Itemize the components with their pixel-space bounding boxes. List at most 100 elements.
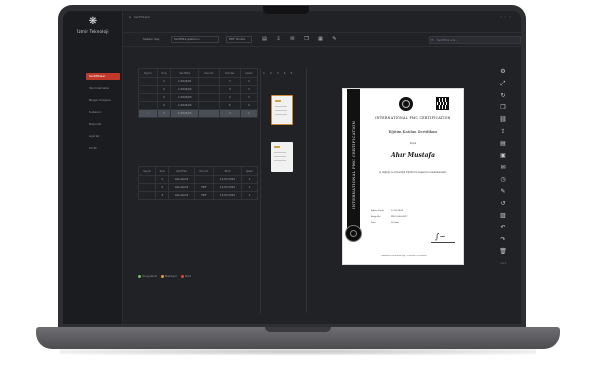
user-icon[interactable]: ◦ bbox=[509, 14, 513, 19]
date-label: Belge No bbox=[371, 216, 381, 218]
page-thumbnail[interactable] bbox=[271, 142, 293, 172]
table-cell: 2 bbox=[239, 77, 259, 86]
right-toolbar: ⚙ ⤢ ↻ ❐ ⛓ ⇪ ▤ ▣ ✉ ◷ ✎ ↺ ▨ ↶ ↷ 🗑 ⋯ bbox=[497, 66, 509, 270]
table-row-selected[interactable]: ✓ 5 C-2024/05 4 1 bbox=[138, 109, 259, 118]
brand-logo[interactable]: ❋ İzmir Teknoloji bbox=[67, 16, 119, 34]
column-header[interactable]: Sıra bbox=[156, 68, 172, 78]
table-cell[interactable] bbox=[137, 175, 157, 184]
home-icon[interactable]: ⌂ bbox=[129, 15, 131, 19]
thumb-accent bbox=[274, 146, 280, 148]
table-cell: 2 bbox=[155, 183, 170, 192]
recipient-name: Ahır Mustafa bbox=[390, 152, 436, 159]
certificate-org: INTERNATIONAL PMC CERTIFICATION bbox=[375, 116, 451, 120]
laptop-opening-lip bbox=[265, 327, 331, 332]
link-icon[interactable]: ⛓ bbox=[497, 114, 509, 126]
table-cell[interactable] bbox=[138, 101, 158, 110]
edit-icon[interactable]: ✎ bbox=[497, 186, 509, 198]
table-cell: 1 bbox=[156, 77, 172, 86]
more-icon[interactable]: ⋯ bbox=[497, 258, 509, 270]
certificate-preview: INTERNATIONAL PMC CERTIFICATION INTERNAT… bbox=[342, 88, 464, 265]
share-icon[interactable]: ⇪ bbox=[497, 126, 509, 138]
table-row[interactable]: 2 C-2024/02 3 1 bbox=[138, 85, 259, 94]
lock-icon[interactable]: ▣ bbox=[497, 150, 509, 162]
date-value: 12.03.2024 bbox=[391, 210, 403, 212]
search-icon: ⌕ bbox=[431, 37, 434, 42]
grid-icon[interactable]: ▦ bbox=[317, 36, 324, 43]
table-cell: 1 bbox=[241, 183, 258, 192]
expand-icon[interactable]: ⤢ bbox=[497, 78, 509, 90]
template-select[interactable]: Sertifika Şablonu bbox=[171, 36, 219, 43]
table-cell: 1 bbox=[239, 85, 259, 94]
table-cell: 2 bbox=[239, 101, 259, 110]
column-header[interactable]: Sıra bbox=[155, 166, 170, 176]
sidebar-item-raporlar[interactable]: Raporlar bbox=[86, 121, 120, 128]
table-cell[interactable] bbox=[138, 77, 158, 86]
print-icon[interactable]: ▤ bbox=[261, 36, 268, 43]
redo-icon[interactable]: ↷ bbox=[497, 234, 509, 246]
image-icon[interactable]: ▨ bbox=[497, 210, 509, 222]
sidebar-item-kullanici[interactable]: Kullanıcı bbox=[86, 109, 120, 116]
table-cell: 1 bbox=[239, 93, 259, 102]
breadcrumb-current[interactable]: Sertifikalar bbox=[134, 15, 150, 19]
column-header[interactable]: Seçim bbox=[138, 68, 158, 78]
print-icon[interactable]: ▤ bbox=[497, 138, 509, 150]
table-row[interactable]: 1 Gönderildi 12.03.2024 1 bbox=[137, 175, 258, 184]
table-row[interactable]: 1 C-2024/01 7 2 bbox=[138, 77, 259, 86]
thumb-line bbox=[275, 106, 287, 107]
trash-icon[interactable]: 🗑 bbox=[497, 246, 509, 258]
copy-icon[interactable]: ❐ bbox=[497, 102, 509, 114]
date-label: Eğitim Tarihi bbox=[371, 210, 384, 212]
undo-icon[interactable]: ↶ bbox=[497, 222, 509, 234]
table-cell[interactable] bbox=[137, 191, 157, 200]
column-header[interactable]: Sertifika bbox=[168, 166, 195, 176]
email-icon[interactable]: ✉ bbox=[289, 36, 296, 43]
rotate-icon[interactable]: ↺ bbox=[497, 198, 509, 210]
page-numbers[interactable]: 1 2 3 4 5 bbox=[263, 71, 294, 75]
sidebar-item-ayarlar[interactable]: Ayarlar bbox=[86, 133, 120, 140]
table-cell: 4 bbox=[218, 109, 241, 118]
checkbox-checked[interactable]: ✓ bbox=[138, 109, 158, 118]
clock-icon[interactable]: ◷ bbox=[497, 174, 509, 186]
column-header[interactable]: Sertifika bbox=[170, 68, 200, 78]
table-row[interactable]: 4 C-2024/04 5 2 bbox=[138, 101, 259, 110]
breadcrumb: ⌂ Sertifikalar bbox=[129, 15, 150, 19]
refresh-icon[interactable]: ↻ bbox=[497, 90, 509, 102]
table-cell: 4 bbox=[156, 101, 172, 110]
legend-dot-rejected bbox=[181, 274, 185, 278]
table-cell[interactable] bbox=[138, 93, 158, 102]
sidebar-item-belge-onaylari[interactable]: Belge Onayları bbox=[86, 97, 120, 104]
download-icon[interactable]: ⇩ bbox=[275, 36, 282, 43]
sidebar-nav: Sertifikalar Tanımlamalar Belge Onayları… bbox=[86, 73, 120, 157]
table-row[interactable]: 2 Gönderildi PDF 14.03.2024 1 bbox=[137, 183, 258, 192]
table-cell: C-2024/04 bbox=[170, 101, 200, 110]
table-row[interactable]: 3 Gönderildi PDF 15.03.2024 1 bbox=[137, 191, 258, 200]
table-cell[interactable] bbox=[137, 183, 157, 192]
sidebar-item-tanimlamalar[interactable]: Tanımlamalar bbox=[86, 85, 120, 92]
column-header[interactable]: İşlem bbox=[241, 166, 258, 176]
table-cell: 3 bbox=[218, 85, 241, 94]
search-input[interactable]: ⌕ Sertifika ara... bbox=[429, 36, 521, 44]
ribbon-text: INTERNATIONAL PMC CERTIFICATION bbox=[351, 120, 356, 210]
column-header[interactable]: Tarih bbox=[212, 166, 243, 176]
sidebar-item-sertifikalar[interactable]: Sertifikalar bbox=[86, 73, 120, 80]
page-thumbnail-selected[interactable] bbox=[271, 95, 293, 125]
mail-icon[interactable]: ✉ bbox=[497, 162, 509, 174]
sidebar-item-profil[interactable]: Profil bbox=[86, 145, 120, 152]
edit-icon[interactable]: ✎ bbox=[331, 36, 338, 43]
column-header[interactable]: Gönder bbox=[218, 68, 241, 78]
table-cell: 3 bbox=[155, 191, 170, 200]
column-header[interactable]: İşlem bbox=[239, 68, 259, 78]
copy-icon[interactable]: ❐ bbox=[303, 36, 310, 43]
seal-icon bbox=[345, 225, 362, 242]
column-header[interactable]: Durum bbox=[198, 68, 220, 78]
legend-dot-pending bbox=[161, 274, 165, 278]
template-label: Şablon Seç bbox=[143, 37, 160, 41]
column-header[interactable]: Seçim bbox=[137, 166, 157, 176]
preview-select[interactable]: PDF Önizle bbox=[226, 36, 252, 43]
table-row[interactable]: 3 C-2024/03 2 1 bbox=[138, 93, 259, 102]
table-cell[interactable] bbox=[138, 85, 158, 94]
settings-icon[interactable]: ⚙ bbox=[497, 66, 509, 78]
column-header[interactable]: Durum bbox=[193, 166, 214, 176]
table-cell: Gönderildi bbox=[168, 191, 195, 200]
camera-notch bbox=[263, 6, 309, 14]
